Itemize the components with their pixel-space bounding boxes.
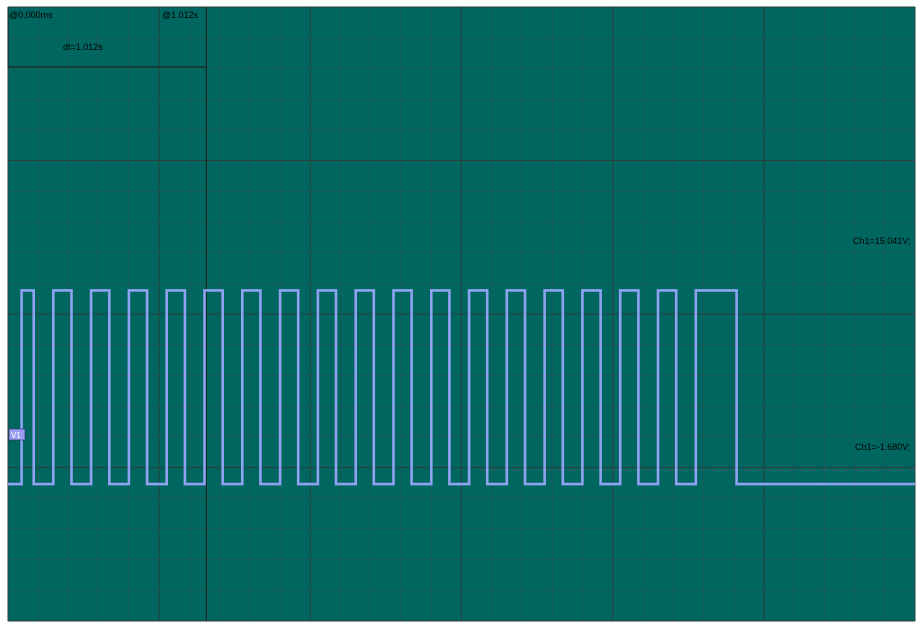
oscilloscope-display: @0.000ms @1.012s dt=1.012s Ch1=15.041V; …	[7, 6, 916, 622]
channel-1-marker-label: V1	[11, 431, 21, 440]
cursor-delta: dt=1.012s	[63, 42, 103, 52]
grid	[7, 6, 916, 622]
cursor-left-time: @0.000ms	[9, 10, 53, 20]
cursor-ch1-high: Ch1=15.041V;	[853, 236, 910, 246]
cursor-right-time: @1.012s	[162, 10, 199, 20]
cursor-ch1-low: Ch1=-1.680V;	[855, 442, 910, 452]
